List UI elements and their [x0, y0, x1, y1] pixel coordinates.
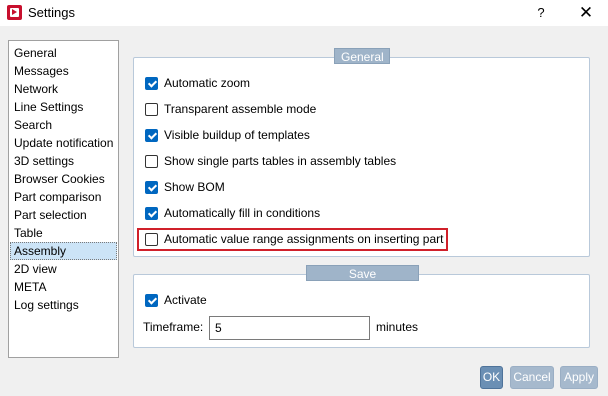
activate-label: Activate — [164, 293, 207, 307]
ok-button[interactable]: OK — [480, 366, 503, 389]
app-icon — [7, 5, 22, 20]
nav-item-line-settings[interactable]: Line Settings — [10, 98, 117, 116]
fill-conditions-checkbox[interactable] — [145, 207, 158, 220]
show-bom-checkbox[interactable] — [145, 181, 158, 194]
value-range-label: Automatic value range assignments on ins… — [164, 232, 444, 246]
automatic-zoom-checkbox[interactable] — [145, 77, 158, 90]
visible-buildup-checkbox[interactable] — [145, 129, 158, 142]
nav-item-3d-settings[interactable]: 3D settings — [10, 152, 117, 170]
transparent-assemble-label: Transparent assemble mode — [164, 102, 317, 116]
show-bom-label: Show BOM — [164, 180, 225, 194]
visible-buildup-label: Visible buildup of templates — [164, 128, 310, 142]
nav-item-part-selection[interactable]: Part selection — [10, 206, 117, 224]
nav-item-messages[interactable]: Messages — [10, 62, 117, 80]
window-title: Settings — [28, 5, 75, 20]
timeframe-label: Timeframe: — [143, 320, 204, 334]
automatic-zoom-label: Automatic zoom — [164, 76, 251, 90]
timeframe-input[interactable]: 5 — [209, 316, 370, 340]
nav-item-browser-cookies[interactable]: Browser Cookies — [10, 170, 117, 188]
nav-item-2d-view[interactable]: 2D view — [10, 260, 117, 278]
nav-item-log-settings[interactable]: Log settings — [10, 296, 117, 314]
nav-item-table[interactable]: Table — [10, 224, 117, 242]
single-parts-tables-label: Show single parts tables in assembly tab… — [164, 154, 397, 168]
nav-item-part-comparison[interactable]: Part comparison — [10, 188, 117, 206]
help-button[interactable]: ? — [528, 2, 554, 24]
timeframe-unit-label: minutes — [376, 320, 419, 334]
nav-item-search[interactable]: Search — [10, 116, 117, 134]
save-automatically-header: Save automatically — [306, 265, 419, 297]
nav-item-update-notification[interactable]: Update notification — [10, 134, 117, 152]
cancel-button[interactable]: Cancel — [510, 366, 554, 389]
apply-button[interactable]: Apply — [560, 366, 598, 389]
general-group-header: General — [334, 48, 390, 64]
nav-item-network[interactable]: Network — [10, 80, 117, 98]
nav-item-assembly[interactable]: Assembly — [10, 242, 117, 260]
settings-category-list[interactable]: General Messages Network Line Settings S… — [8, 40, 119, 358]
close-button[interactable]: ✕ — [571, 2, 601, 24]
fill-conditions-label: Automatically fill in conditions — [164, 206, 321, 220]
nav-item-meta[interactable]: META — [10, 278, 117, 296]
value-range-checkbox[interactable] — [145, 233, 158, 246]
activate-checkbox[interactable] — [145, 294, 158, 307]
nav-item-general[interactable]: General — [10, 44, 117, 62]
single-parts-tables-checkbox[interactable] — [145, 155, 158, 168]
title-bar: Settings ? ✕ — [0, 0, 608, 26]
transparent-assemble-checkbox[interactable] — [145, 103, 158, 116]
